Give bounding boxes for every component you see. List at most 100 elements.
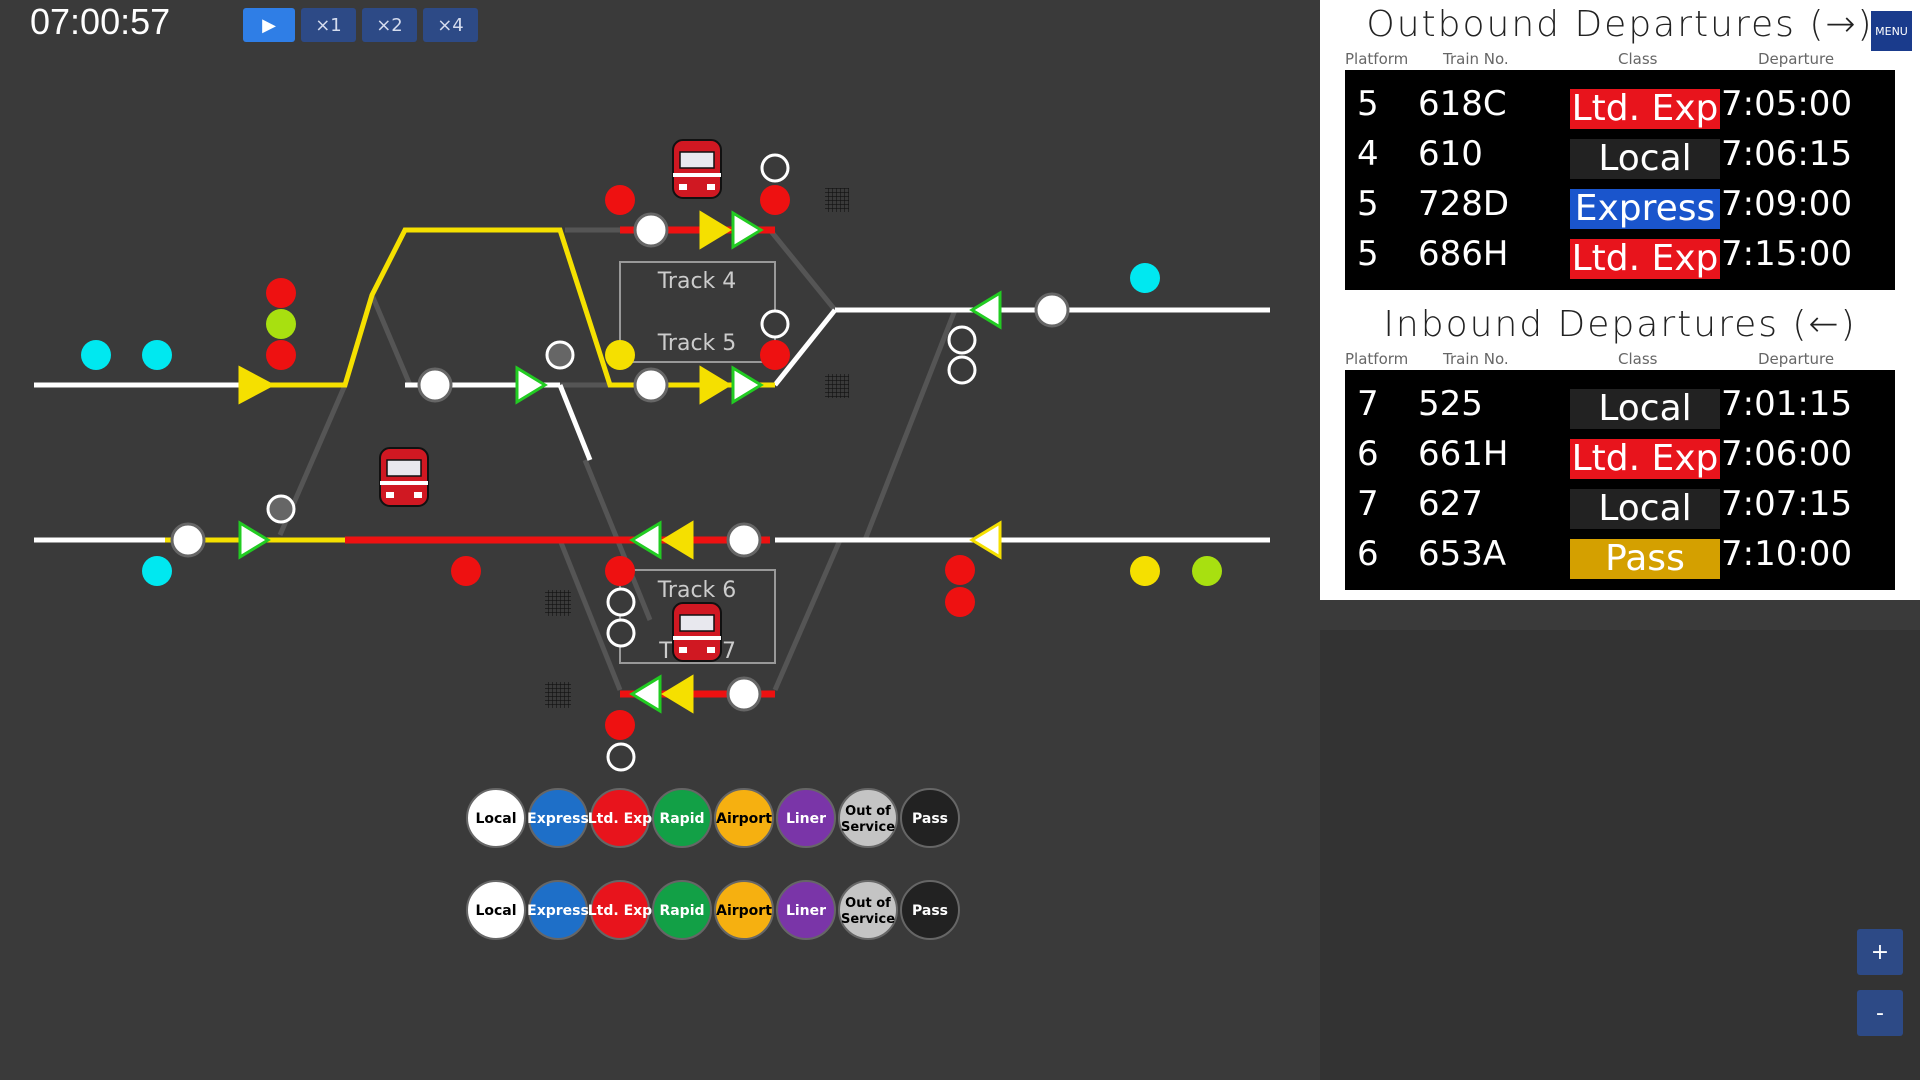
row-class-badge: Ltd. Exp (1570, 238, 1720, 279)
signal-red (451, 556, 481, 586)
arrow-right (238, 520, 271, 560)
track-5-label: Track 5 (657, 331, 737, 356)
arrow-right (699, 365, 732, 405)
signal-cyan (142, 556, 172, 586)
header-train-no: Train No. (1443, 350, 1509, 368)
arrow-right (238, 365, 276, 405)
zoom-in-button[interactable]: + (1857, 929, 1903, 975)
legend-label: Express (527, 811, 589, 827)
legend-label: Rapid (659, 903, 704, 919)
row-train-no: 728D (1418, 184, 1510, 224)
signal-red (605, 710, 635, 740)
row-class-badge: Express (1570, 189, 1720, 229)
row-departure: 7:06:15 (1721, 134, 1853, 174)
signal-red (605, 185, 635, 215)
legend-label: Pass (912, 903, 948, 919)
row-departure: 7:09:00 (1721, 184, 1853, 224)
signal-red (605, 556, 635, 586)
signal-red (266, 278, 296, 308)
arrow-right (731, 365, 764, 405)
signal-off (947, 325, 977, 355)
inbound-title: Inbound Departures (←) (1383, 304, 1857, 345)
row-platform: 4 (1357, 134, 1379, 174)
header-departure: Departure (1758, 50, 1835, 68)
arrow-left (629, 520, 662, 560)
switch-point (726, 676, 762, 712)
legend-item[interactable]: Ltd. Exp (588, 788, 652, 848)
legend-label: Liner (786, 811, 826, 827)
row-departure: 7:05:00 (1721, 84, 1853, 124)
arrow-right (731, 210, 764, 250)
legend-label: Airport (716, 811, 772, 827)
legend-item[interactable]: Rapid (652, 788, 712, 848)
row-platform: 5 (1357, 234, 1379, 274)
header-platform: Platform (1345, 50, 1409, 68)
legend-item[interactable]: Express (527, 880, 589, 940)
legend-label: Airport (716, 903, 772, 919)
signal-heads-off[interactable] (266, 153, 977, 772)
legend-item[interactable]: Airport (714, 880, 774, 940)
switch-point (726, 522, 762, 558)
train-icon[interactable] (672, 139, 722, 199)
row-platform: 5 (1357, 184, 1379, 224)
legend-item[interactable]: Local (466, 880, 526, 940)
signal-off (606, 742, 636, 772)
signal-off (760, 309, 790, 339)
departure-row: 6 661H Ltd. Exp 7:06:00 (1345, 430, 1895, 480)
signal-off (947, 355, 977, 385)
legend-item[interactable]: Express (527, 788, 589, 848)
signal-red (760, 340, 790, 370)
arrow-right (515, 365, 548, 405)
legend-label: Local (475, 903, 516, 919)
legend-item[interactable]: Rapid (652, 880, 712, 940)
track-map: Track 4 Track 5 Track 6 T 7 Local Expres… (34, 139, 1270, 940)
signal-lights (81, 185, 1222, 740)
train-class-legend: Local ExpressLtd. Exp Rapid Airport Liner Out… (466, 788, 960, 940)
legend-item[interactable]: Local (466, 788, 526, 848)
departure-row: 7 627 Local 7:07:15 (1345, 480, 1895, 530)
departure-row: 5 728D Express 7:09:00 (1345, 180, 1895, 230)
row-train-no: 686H (1418, 234, 1509, 274)
legend-label: Express (527, 903, 589, 919)
row-class-badge: Ltd. Exp (1570, 88, 1720, 129)
header-class: Class (1618, 350, 1658, 368)
signal-cyan (142, 340, 172, 370)
switch-point (633, 367, 669, 403)
signal-off (266, 494, 296, 524)
signal-yellow (605, 340, 635, 370)
legend-label: Local (475, 811, 516, 827)
legend-label: Out of (845, 804, 891, 819)
signal-off (760, 153, 790, 183)
signal-green (1192, 556, 1222, 586)
legend-item[interactable]: Airport (714, 788, 774, 848)
legend-label: Ltd. Exp (588, 811, 652, 827)
signal-yellow (1130, 556, 1160, 586)
train-icon[interactable] (672, 602, 722, 662)
departure-row: 4 610 Local 7:06:15 (1345, 130, 1895, 180)
menu-button[interactable]: MENU (1871, 11, 1912, 51)
outbound-table: 5 618C Ltd. Exp 7:05:00 4 610 Local 7:06:15 5 728… (1345, 70, 1895, 290)
train-icon[interactable] (379, 447, 429, 507)
row-departure: 7:10:00 (1721, 534, 1853, 574)
zoom-out-button[interactable]: - (1857, 990, 1903, 1036)
lower-panel (1320, 630, 1920, 1080)
legend-item[interactable]: Out ofService (838, 880, 898, 940)
legend-item[interactable]: Pass (900, 788, 960, 848)
legend-item[interactable]: Out ofService (838, 788, 898, 848)
signal-off (545, 340, 575, 370)
outbound-title: Outbound Departures (→) (1366, 4, 1874, 45)
legend-item[interactable]: Pass (900, 880, 960, 940)
track-7-label-end: 7 (722, 639, 736, 664)
legend-item[interactable]: Ltd. Exp (588, 880, 652, 940)
legend-item[interactable]: Liner (776, 788, 836, 848)
row-class-badge: Local (1570, 139, 1720, 179)
arrow-left (969, 290, 1002, 330)
switch-point (1034, 292, 1070, 328)
legend-item[interactable]: Liner (776, 880, 836, 940)
row-class-badge: Pass (1570, 539, 1720, 579)
row-train-no: 653A (1418, 534, 1507, 574)
arrow-left (661, 520, 694, 560)
switch-point (170, 522, 206, 558)
row-class-badge: Local (1570, 489, 1720, 529)
header-train-no: Train No. (1443, 50, 1509, 68)
